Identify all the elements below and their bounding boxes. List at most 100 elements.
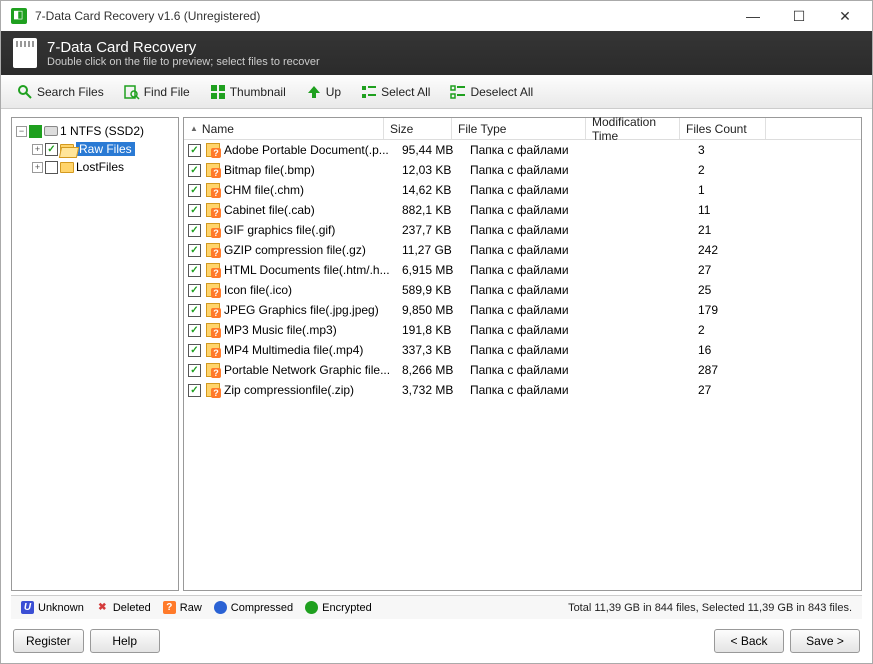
up-label: Up [326,85,341,99]
legend-encrypted: Encrypted [305,601,372,614]
folder-icon [60,162,74,173]
expand-icon[interactable]: + [32,144,43,155]
up-button[interactable]: Up [298,79,349,105]
expand-icon[interactable]: + [32,162,43,173]
table-row[interactable]: MP4 Multimedia file(.mp4)337,3 KBПапка с… [184,340,861,360]
sort-asc-icon: ▲ [190,124,198,133]
row-count: 2 [698,163,784,177]
search-files-button[interactable]: Search Files [9,79,112,105]
legend-deleted: ✖Deleted [96,601,151,614]
row-checkbox[interactable] [188,264,201,277]
table-row[interactable]: Portable Network Graphic file...8,266 MB… [184,360,861,380]
table-row[interactable]: HTML Documents file(.htm/.h...6,915 MBПа… [184,260,861,280]
maximize-button[interactable]: ☐ [776,2,822,30]
table-row[interactable]: GIF graphics file(.gif)237,7 KBПапка с ф… [184,220,861,240]
up-icon [306,84,322,100]
minimize-button[interactable]: — [730,2,776,30]
table-row[interactable]: Adobe Portable Document(.p...95,44 MBПап… [184,140,861,160]
col-count[interactable]: Files Count [680,118,766,139]
raw-folder-icon [206,203,220,217]
row-checkbox[interactable] [188,184,201,197]
row-name: CHM file(.chm) [224,183,402,197]
checkbox[interactable] [45,143,58,156]
find-file-button[interactable]: Find File [116,79,198,105]
row-name: GIF graphics file(.gif) [224,223,402,237]
row-type: Папка с файлами [470,263,604,277]
row-count: 2 [698,323,784,337]
row-checkbox[interactable] [188,284,201,297]
row-type: Папка с файлами [470,143,604,157]
deleted-icon: ✖ [96,601,109,614]
row-count: 25 [698,283,784,297]
folder-tree[interactable]: − 1 NTFS (SSD2) + Raw Files + LostFiles [11,117,179,591]
file-rows[interactable]: Adobe Portable Document(.p...95,44 MBПап… [184,140,861,590]
table-row[interactable]: Bitmap file(.bmp)12,03 KBПапка с файлами… [184,160,861,180]
raw-folder-icon [206,223,220,237]
col-mod[interactable]: Modification Time [586,118,680,139]
back-button[interactable]: < Back [714,629,784,653]
table-row[interactable]: Zip compressionfile(.zip)3,732 MBПапка с… [184,380,861,400]
table-row[interactable]: JPEG Graphics file(.jpg.jpeg)9,850 MBПап… [184,300,861,320]
tree-root-row[interactable]: − 1 NTFS (SSD2) [14,122,176,140]
table-row[interactable]: GZIP compression file(.gz)11,27 GBПапка … [184,240,861,260]
row-checkbox[interactable] [188,384,201,397]
raw-folder-icon [206,343,220,357]
content-area: − 1 NTFS (SSD2) + Raw Files + LostFiles … [1,109,872,595]
row-checkbox[interactable] [188,224,201,237]
row-checkbox[interactable] [188,304,201,317]
col-type[interactable]: File Type [452,118,586,139]
tree-lost-row[interactable]: + LostFiles [14,158,176,176]
row-name: Bitmap file(.bmp) [224,163,402,177]
row-size: 191,8 KB [402,323,470,337]
checkbox[interactable] [45,161,58,174]
register-button[interactable]: Register [13,629,84,653]
checkbox[interactable] [29,125,42,138]
raw-folder-icon [206,183,220,197]
col-size[interactable]: Size [384,118,452,139]
raw-folder-icon [206,163,220,177]
row-type: Папка с файлами [470,383,604,397]
collapse-icon[interactable]: − [16,126,27,137]
table-row[interactable]: Icon file(.ico)589,9 KBПапка с файлами25 [184,280,861,300]
row-name: HTML Documents file(.htm/.h... [224,263,402,277]
row-checkbox[interactable] [188,144,201,157]
help-button[interactable]: Help [90,629,160,653]
tree-root-label: 1 NTFS (SSD2) [60,124,144,138]
legend-unknown: UUnknown [21,601,84,614]
app-header: 7-Data Card Recovery Double click on the… [1,31,872,75]
tree-lost-label: LostFiles [76,160,124,174]
col-name[interactable]: ▲Name [184,118,384,139]
close-button[interactable]: ✕ [822,2,868,30]
row-count: 3 [698,143,784,157]
app-icon [11,8,27,24]
row-size: 95,44 MB [402,143,470,157]
row-checkbox[interactable] [188,204,201,217]
raw-folder-icon [206,263,220,277]
row-checkbox[interactable] [188,364,201,377]
row-checkbox[interactable] [188,244,201,257]
row-checkbox[interactable] [188,324,201,337]
raw-icon: ? [163,601,176,614]
row-name: GZIP compression file(.gz) [224,243,402,257]
tree-raw-row[interactable]: + Raw Files [14,140,176,158]
save-button[interactable]: Save > [790,629,860,653]
find-file-label: Find File [144,85,190,99]
row-checkbox[interactable] [188,164,201,177]
deselect-all-button[interactable]: Deselect All [442,79,541,105]
unknown-icon: U [21,601,34,614]
row-size: 237,7 KB [402,223,470,237]
file-list-pane: ▲Name Size File Type Modification Time F… [183,117,862,591]
titlebar: 7-Data Card Recovery v1.6 (Unregistered)… [1,1,872,31]
row-size: 882,1 KB [402,203,470,217]
select-all-button[interactable]: Select All [353,79,438,105]
table-row[interactable]: MP3 Music file(.mp3)191,8 KBПапка с файл… [184,320,861,340]
thumbnail-button[interactable]: Thumbnail [202,79,294,105]
search-files-label: Search Files [37,85,104,99]
thumbnail-icon [210,84,226,100]
row-type: Папка с файлами [470,203,604,217]
table-row[interactable]: Cabinet file(.cab)882,1 KBПапка с файлам… [184,200,861,220]
row-checkbox[interactable] [188,344,201,357]
header-subtitle: Double click on the file to preview; sel… [47,56,320,68]
table-row[interactable]: CHM file(.chm)14,62 KBПапка с файлами1 [184,180,861,200]
row-name: MP4 Multimedia file(.mp4) [224,343,402,357]
